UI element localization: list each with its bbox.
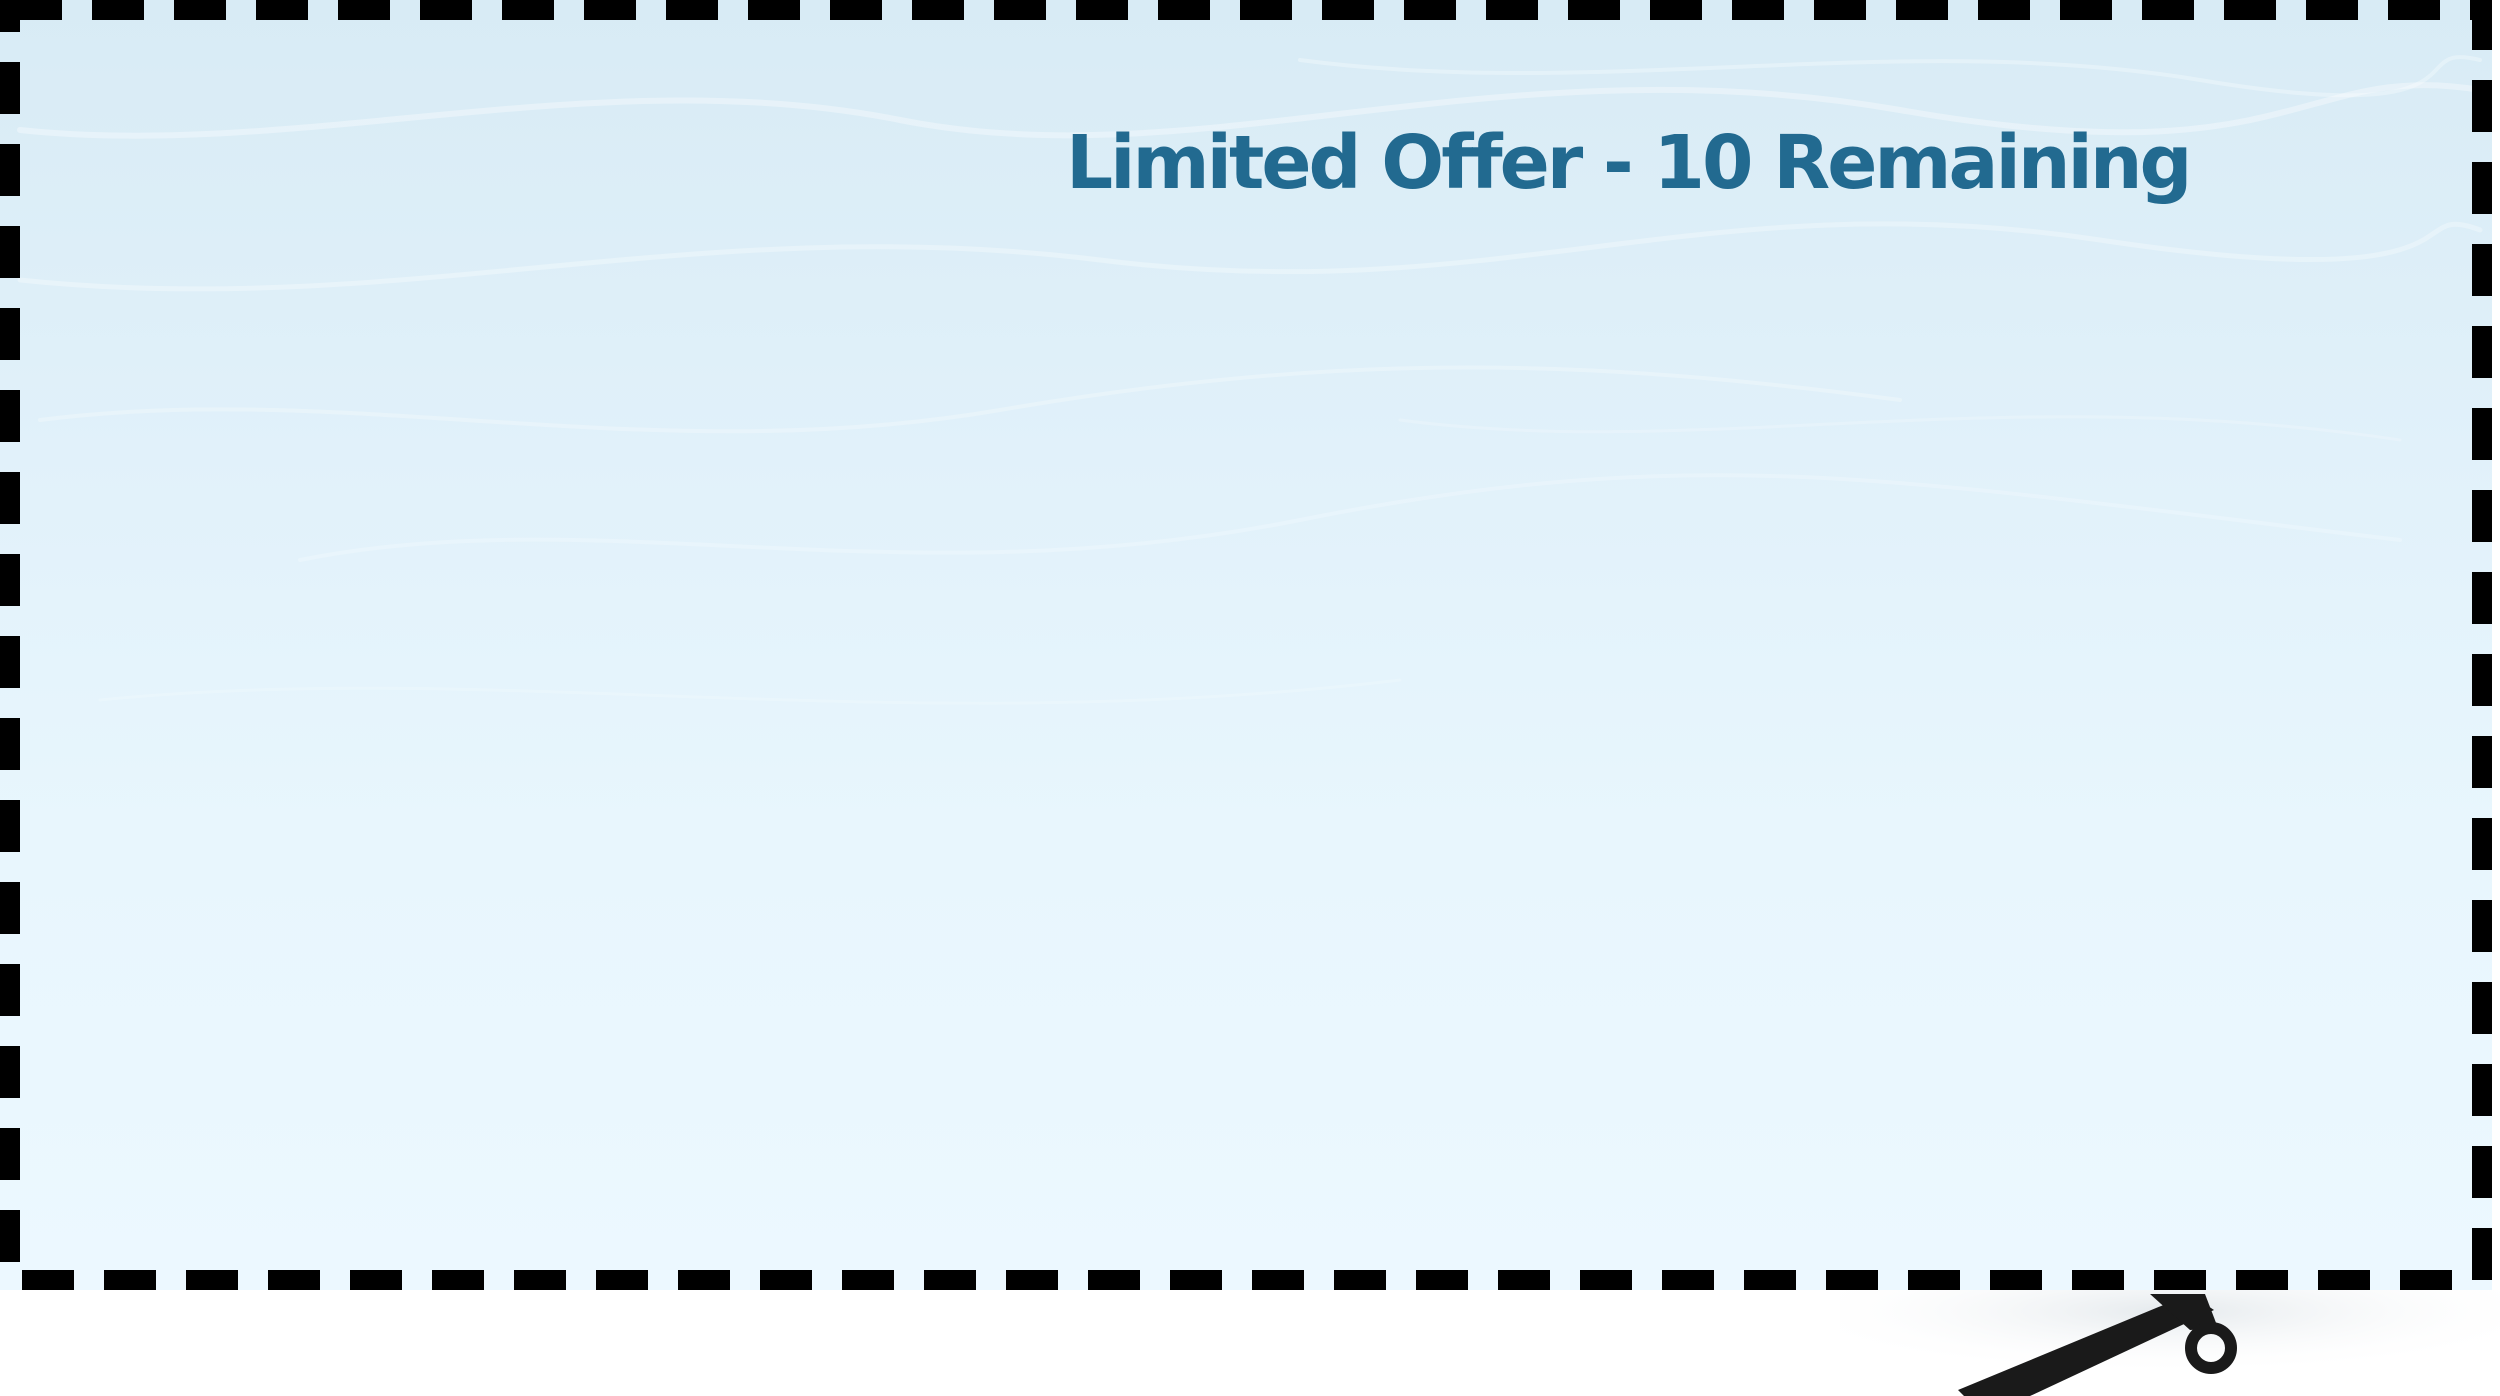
coupon-card: Limited Offer - 10 Remaining: [0, 0, 2492, 1290]
offer-title: Limited Offer - 10 Remaining: [1066, 120, 2193, 206]
scissors-icon: [1958, 1294, 2237, 1396]
coupon-page: Limited Offer - 10 Remaining: [0, 0, 2500, 1396]
